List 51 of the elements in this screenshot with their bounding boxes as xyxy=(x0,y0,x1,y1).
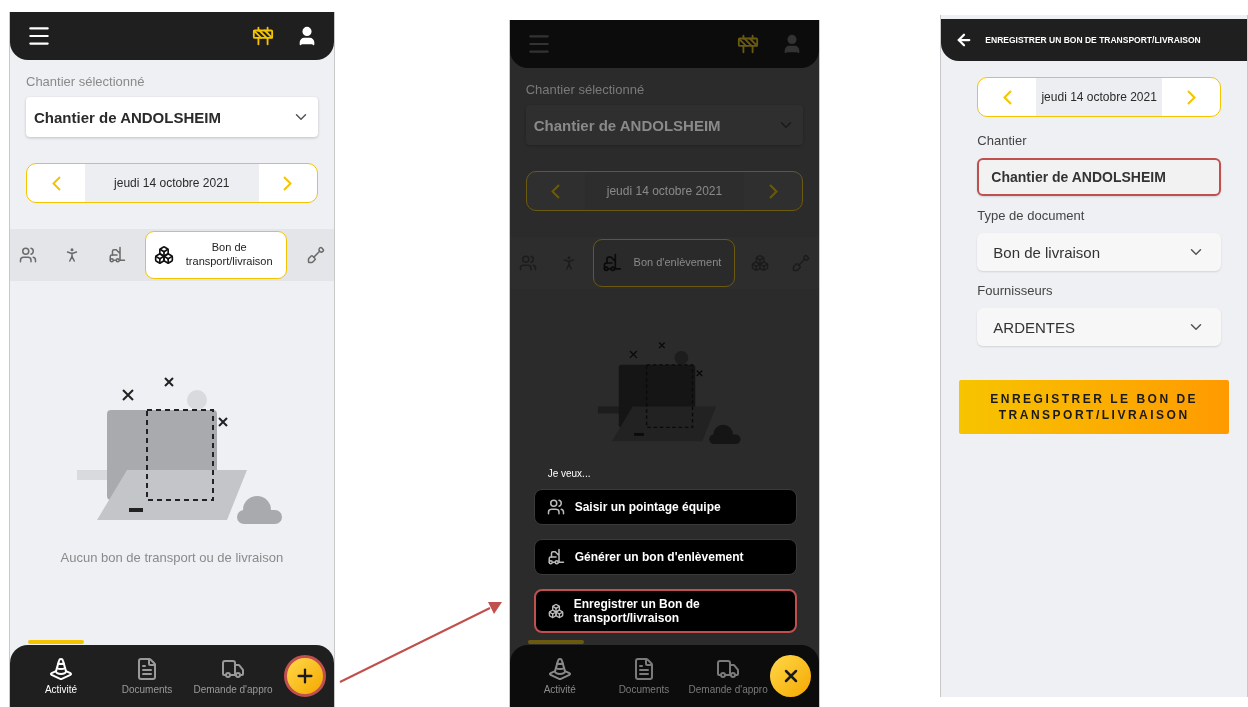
action-menu-item[interactable]: Générer un bon d'enlèvement xyxy=(533,539,798,575)
active-indicator xyxy=(28,640,84,644)
field-label: Chantier xyxy=(977,133,1028,148)
field-label: Fournisseurs xyxy=(977,283,1054,298)
site-select[interactable]: Chantier de ANDOLSHEIM xyxy=(525,105,804,145)
add-button[interactable] xyxy=(283,655,326,697)
action-menu-item[interactable]: Saisir un pointage équipe xyxy=(533,489,798,525)
nav-item[interactable]: Demande d'appro xyxy=(686,645,771,707)
submit-button[interactable]: ENREGISTRER LE BON DE TRANSPORT/LIVRAISON xyxy=(959,380,1229,434)
date-label: jeudi 14 octobre 2021 xyxy=(85,164,259,202)
boxes-icon xyxy=(154,245,175,265)
chevron-right-icon xyxy=(283,175,293,191)
truck-icon xyxy=(716,657,741,681)
site-label: Chantier sélectionné xyxy=(26,74,146,89)
nav-item[interactable]: Activité xyxy=(517,645,602,707)
forklift-icon xyxy=(546,548,565,566)
date-label: jeudi 14 octobre 2021 xyxy=(1036,78,1162,116)
boxes-icon xyxy=(547,602,564,620)
chevron-right-icon xyxy=(1186,89,1196,105)
text-field[interactable]: Chantier de ANDOLSHEIM xyxy=(977,158,1221,196)
nav-item[interactable]: Documents xyxy=(601,645,687,707)
nav-item[interactable]: Activité xyxy=(18,645,104,707)
chevron-left-icon xyxy=(551,183,561,199)
nav-item[interactable]: Demande d'appro xyxy=(190,645,276,707)
cone-icon xyxy=(49,657,73,681)
active-indicator xyxy=(527,640,584,644)
team-icon xyxy=(19,246,37,264)
field-label: Type de document xyxy=(977,208,1086,223)
category-tab[interactable]: Bon d'enlèvement xyxy=(593,239,736,287)
chevron-right-icon xyxy=(768,183,778,199)
cone-icon xyxy=(547,657,572,681)
select-field[interactable]: Bon de livraison xyxy=(977,233,1221,271)
document-icon xyxy=(135,657,159,681)
nav-item[interactable]: Documents xyxy=(104,645,190,707)
barrier-icon[interactable] xyxy=(251,25,274,47)
shovel-icon xyxy=(306,246,325,264)
close-button[interactable] xyxy=(770,655,812,697)
team-icon xyxy=(546,498,565,516)
forklift-icon xyxy=(107,246,126,264)
chevron-left-icon xyxy=(1002,89,1012,105)
menu-title: Je veux... xyxy=(547,468,592,479)
chevron-left-icon xyxy=(51,175,61,191)
truck-icon xyxy=(221,657,245,681)
site-label: Chantier sélectionné xyxy=(525,82,646,97)
empty-message: Aucun bon de transport ou de livraison xyxy=(60,550,284,565)
action-menu-item[interactable]: Enregistrer un Bon de transport/livraison xyxy=(533,589,798,633)
select-field[interactable]: ARDENTES xyxy=(977,308,1221,346)
category-tab[interactable]: Bon de transport/livraison xyxy=(145,231,288,279)
site-select[interactable]: Chantier de ANDOLSHEIM xyxy=(26,97,318,137)
form-title: ENREGISTRER UN BON DE TRANSPORT/LIVRAISON xyxy=(985,35,1201,45)
forklift-icon xyxy=(602,253,623,273)
